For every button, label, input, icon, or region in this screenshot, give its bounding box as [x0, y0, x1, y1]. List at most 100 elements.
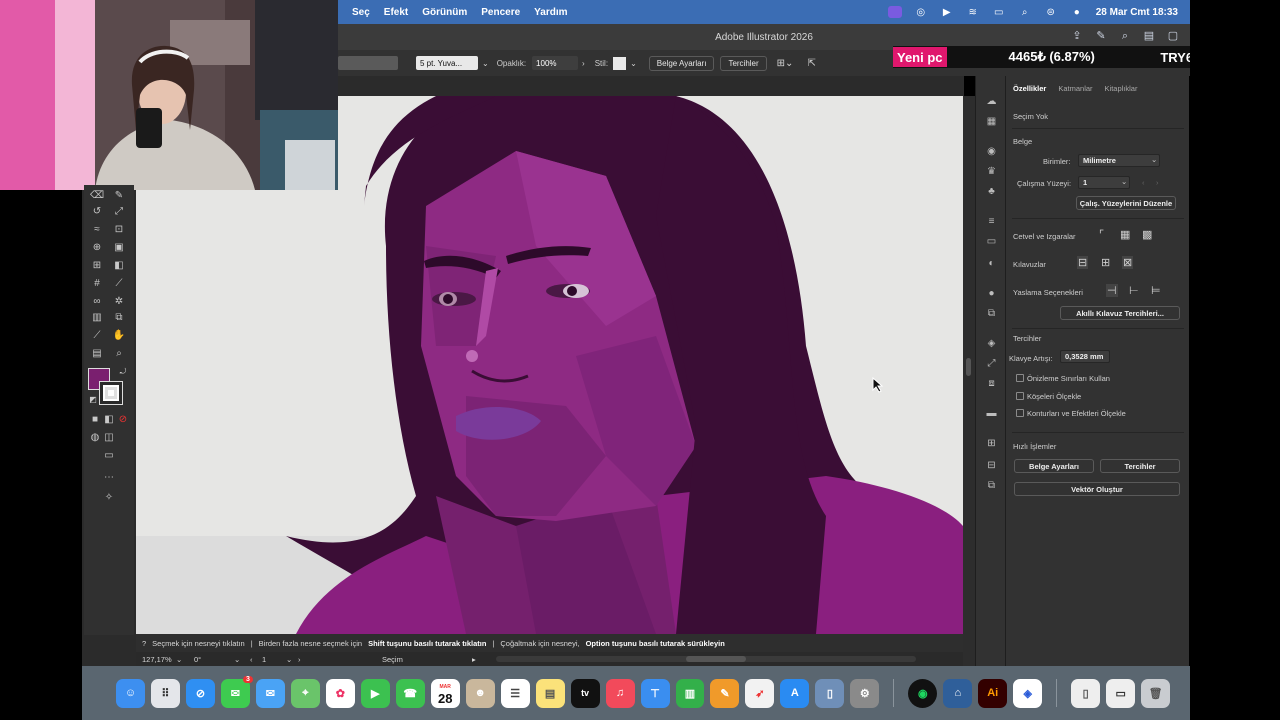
next-artboard-icon[interactable]: › — [1156, 178, 1159, 187]
tv-icon[interactable]: tv — [570, 678, 600, 708]
prev-artboard-icon[interactable]: ‹ — [1142, 178, 1145, 187]
battery-icon[interactable]: ▭ — [992, 6, 1006, 18]
warp-icon[interactable]: ≈ — [90, 223, 104, 237]
music-icon[interactable]: ♫ — [605, 678, 635, 708]
app-icon[interactable]: ⌂ — [943, 678, 973, 708]
snap-to-glyph-icon[interactable]: ⊨ — [1151, 284, 1161, 297]
chevron-down-icon[interactable]: ⌄ — [286, 655, 298, 664]
graph-icon[interactable]: ▥ — [90, 311, 104, 325]
photos-icon[interactable]: ✿ — [325, 678, 355, 708]
menu-select[interactable]: Seç — [352, 7, 370, 18]
launchpad-icon[interactable]: ⠿ — [150, 678, 180, 708]
symbols-icon[interactable]: ♣ — [985, 186, 998, 198]
zoom-field[interactable]: 127,17% — [142, 655, 176, 664]
pages-icon[interactable]: ✎ — [710, 678, 740, 708]
preferences-button[interactable]: Tercihler — [1100, 459, 1180, 473]
snap-to-point-icon[interactable]: ⊣ — [1106, 284, 1118, 297]
scale-strokes-checkbox[interactable] — [1016, 409, 1024, 417]
next-artboard-icon[interactable]: › — [298, 655, 326, 664]
maps-icon[interactable]: ⌖ — [290, 678, 320, 708]
contacts-icon[interactable]: ☻ — [465, 678, 495, 708]
play-icon[interactable]: ▶ — [940, 6, 954, 18]
chevron-down-icon[interactable]: ⌄ — [1121, 177, 1127, 186]
preview-bounds-checkbox[interactable] — [1016, 374, 1024, 382]
phone-icon[interactable]: ☎ — [395, 678, 425, 708]
symbol-sprayer-icon[interactable]: ✲ — [112, 295, 126, 309]
scale-icon[interactable]: ⤢ — [112, 205, 126, 219]
asset-export-icon[interactable]: ▦ — [985, 116, 998, 128]
menu-window[interactable]: Pencere — [481, 7, 520, 18]
safari-icon[interactable]: ⊘ — [185, 678, 215, 708]
mail-icon[interactable]: ✉ — [255, 678, 285, 708]
screen-mode-icon[interactable]: ▭ — [102, 449, 116, 463]
chevron-right-icon[interactable]: › — [582, 59, 585, 68]
keynote-icon[interactable]: ⊤ — [640, 678, 670, 708]
system-settings-icon[interactable]: ⚙ — [850, 678, 880, 708]
transparency-grid-icon[interactable]: ▩ — [1142, 228, 1152, 241]
keyboard-increment-input[interactable]: 0,3528 mm — [1060, 350, 1110, 363]
color-mode-icon[interactable]: ■ — [88, 413, 102, 427]
wifi-menu-icon[interactable]: ◎ — [914, 6, 928, 18]
live-paint-icon[interactable]: ▣ — [112, 241, 126, 255]
swap-colors-icon[interactable]: ⤾ — [116, 365, 130, 379]
lock-guides-icon[interactable]: ⊞ — [1101, 256, 1110, 269]
document-icon[interactable]: ▯ — [1071, 678, 1101, 708]
perspective-grid-icon[interactable]: ⊞ — [90, 259, 104, 273]
tab-layers[interactable]: Katmanlar — [1058, 84, 1092, 100]
pathfinder-icon[interactable]: ⧉ — [985, 480, 998, 492]
brush-icon[interactable]: ✎ — [1094, 29, 1108, 43]
menu-effect[interactable]: Efekt — [384, 7, 408, 18]
search-icon[interactable]: ⌕ — [1118, 29, 1132, 43]
reminders-icon[interactable]: ☰ — [500, 678, 530, 708]
app-store-icon[interactable]: A — [780, 678, 810, 708]
tab-properties[interactable]: Özellikler — [1013, 84, 1046, 100]
scale-corners-checkbox[interactable] — [1016, 392, 1024, 400]
calendar-icon[interactable]: MAR 28 — [430, 678, 460, 708]
smart-guide-prefs-button[interactable]: Akıllı Kılavuz Tercihleri... — [1060, 306, 1180, 320]
show-guides-icon[interactable]: ⊟ — [1077, 256, 1089, 269]
menu-help[interactable]: Yardım — [534, 7, 567, 18]
illustrator-icon[interactable]: Ai — [978, 678, 1008, 708]
free-transform-icon[interactable]: ⊡ — [112, 223, 126, 237]
facetime-icon[interactable]: ▶ — [360, 678, 390, 708]
rocket-icon[interactable]: ➶ — [745, 678, 775, 708]
draw-mode-icon[interactable]: ◍ — [88, 431, 102, 445]
rotation-field[interactable]: 0° — [194, 655, 234, 664]
print-tiling-icon[interactable]: ▤ — [90, 347, 104, 361]
none-mode-icon[interactable]: ⊘ — [116, 413, 130, 427]
preferences-button[interactable]: Tercihler — [720, 55, 767, 71]
vectorize-button[interactable]: Vektör Oluştur — [1014, 482, 1180, 496]
share-icon[interactable]: ⇪ — [1070, 29, 1084, 43]
document-settings-button[interactable]: Belge Ayarları — [1014, 459, 1094, 473]
chevron-down-icon[interactable]: ⌄ — [482, 59, 489, 68]
rulers-icon[interactable]: ⌜ — [1099, 228, 1104, 241]
grid-icon[interactable]: ▦ — [1120, 228, 1130, 241]
transform-icon[interactable]: ⊟ — [985, 460, 998, 472]
color-icon[interactable]: ◉ — [985, 146, 998, 158]
graphic-styles-icon[interactable]: ⧉ — [985, 308, 998, 320]
tab-libraries[interactable]: Kitaplıklar — [1105, 84, 1138, 100]
gradient-mode-icon[interactable]: ◧ — [102, 413, 116, 427]
appearance-icon[interactable]: ● — [985, 288, 998, 300]
draw-inside-icon[interactable]: ◫ — [102, 431, 116, 445]
tool-menu-icon[interactable]: ▸ — [472, 655, 476, 664]
layers-icon[interactable]: ◈ — [985, 338, 998, 350]
document-settings-button[interactable]: Belge Ayarları — [648, 55, 715, 71]
numbers-icon[interactable]: ▥ — [675, 678, 705, 708]
shape-builder-icon[interactable]: ⊕ — [90, 241, 104, 255]
smart-guides-icon[interactable]: ⊠ — [1122, 256, 1134, 269]
gradient-panel-icon[interactable]: ▭ — [985, 236, 998, 248]
menu-clock[interactable]: 28 Mar Cmt 18:33 — [1096, 7, 1178, 18]
finder-icon[interactable]: ☺ — [116, 678, 145, 708]
style-swatch[interactable] — [613, 56, 627, 70]
artboard-field[interactable]: 1 — [262, 655, 286, 664]
more-tools-icon[interactable]: ⋯ — [102, 471, 116, 485]
transparency-icon[interactable]: ◐ — [985, 258, 998, 270]
eraser-icon[interactable]: ⌫ — [90, 189, 104, 203]
links-icon[interactable]: ⧈ — [985, 378, 998, 390]
edit-toolbar-icon[interactable]: ✧ — [102, 491, 116, 505]
rotate-icon[interactable]: ↺ — [90, 205, 104, 219]
align-icon[interactable]: ⊞ — [985, 438, 998, 450]
pencil-icon[interactable]: ✎ — [112, 189, 126, 203]
slice-icon[interactable]: ⟋ — [90, 329, 104, 343]
